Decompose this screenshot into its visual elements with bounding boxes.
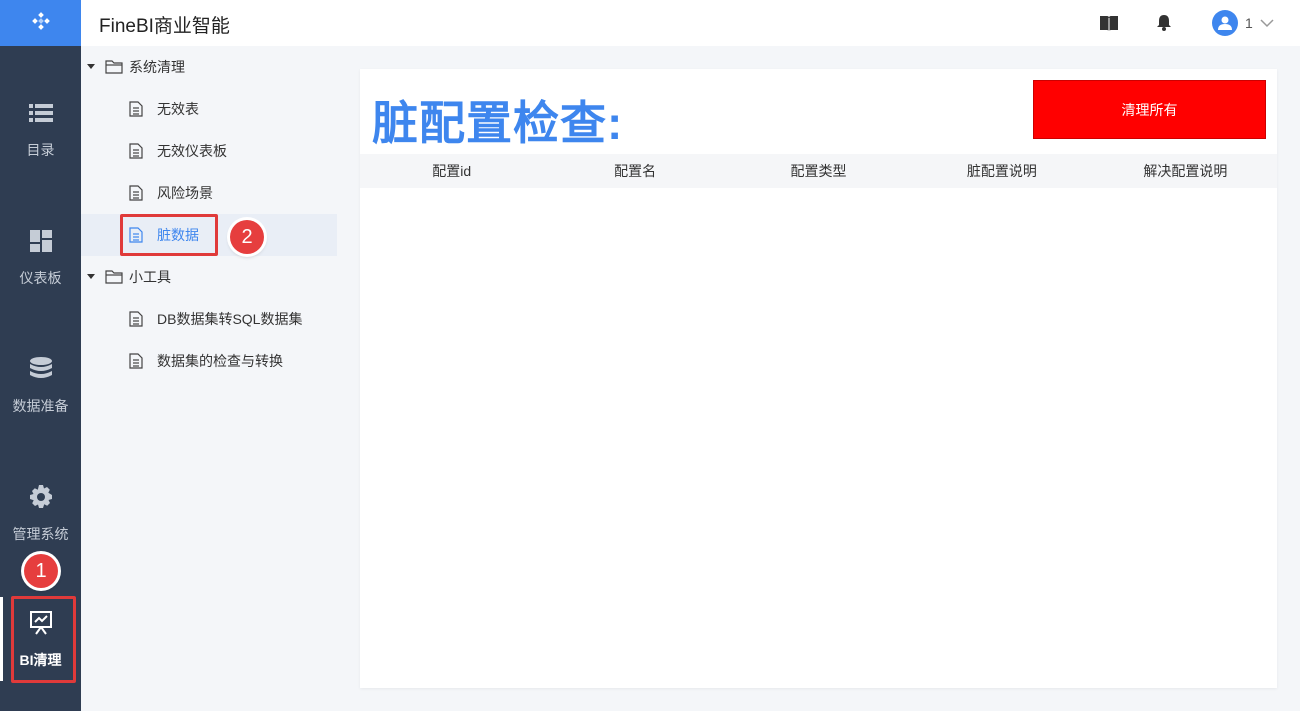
caret-down-icon: [87, 64, 95, 69]
column-header-dirty-desc[interactable]: 脏配置说明: [910, 154, 1093, 188]
logo-icon: [31, 12, 50, 30]
folder-icon: [105, 60, 123, 74]
user-avatar[interactable]: [1212, 10, 1238, 36]
document-icon: [129, 143, 143, 159]
app-title: FineBI商业智能: [99, 16, 230, 37]
document-icon: [129, 185, 143, 201]
nav-item-label: 数据准备: [12, 398, 69, 414]
tree-item-label: 无效仪表板: [157, 143, 227, 159]
nav-item-label: BI清理: [19, 652, 62, 668]
nav-item-bi-cleanup[interactable]: BI清理: [0, 576, 81, 704]
nav-item-label: 仪表板: [19, 270, 62, 286]
clean-all-button[interactable]: 清理所有: [1033, 80, 1266, 139]
tree-folder-system-cleanup[interactable]: 系统清理: [81, 46, 337, 88]
column-header-fix-desc[interactable]: 解决配置说明: [1094, 154, 1277, 188]
nav-item-data-prep[interactable]: 数据准备: [0, 322, 81, 450]
folder-icon: [105, 270, 123, 284]
tree-folder-tools[interactable]: 小工具: [81, 256, 337, 298]
app-logo[interactable]: [0, 0, 81, 46]
nav-item-label: 目录: [26, 142, 55, 158]
tree-item-label: 无效表: [157, 101, 199, 117]
document-icon: [129, 353, 143, 369]
column-header-config-id[interactable]: 配置id: [360, 154, 543, 188]
tree-item-label: 数据集的检查与转换: [157, 353, 283, 369]
presentation-icon: [28, 610, 54, 636]
tree-item-invalid-table[interactable]: 无效表: [81, 88, 337, 130]
tree-item-dataset-check[interactable]: 数据集的检查与转换: [81, 340, 337, 382]
step-badge-2: 2: [230, 220, 264, 254]
document-icon: [129, 311, 143, 327]
database-icon: [28, 356, 54, 382]
tree-item-db-to-sql[interactable]: DB数据集转SQL数据集: [81, 298, 337, 340]
caret-down-icon: [87, 274, 95, 279]
gear-icon: [28, 484, 54, 510]
tree-item-risk-scenario[interactable]: 风险场景: [81, 172, 337, 214]
chevron-down-icon[interactable]: [1260, 14, 1274, 35]
list-icon: [28, 100, 54, 126]
column-header-config-type[interactable]: 配置类型: [727, 154, 910, 188]
tree-folder-label: 小工具: [129, 269, 171, 285]
bell-icon[interactable]: [1154, 13, 1174, 33]
tree-item-label: DB数据集转SQL数据集: [157, 311, 303, 327]
nav-item-label: 管理系统: [12, 526, 69, 542]
tree-item-label: 脏数据: [157, 227, 199, 243]
tree-item-dirty-data[interactable]: 脏数据: [81, 214, 337, 256]
book-icon[interactable]: [1099, 13, 1119, 33]
column-header-config-name[interactable]: 配置名: [543, 154, 726, 188]
nav-item-dashboard[interactable]: 仪表板: [0, 194, 81, 322]
page-title: 脏配置检查:: [372, 97, 624, 149]
document-icon: [129, 227, 143, 243]
table-header: 配置id 配置名 配置类型 脏配置说明 解决配置说明: [360, 154, 1277, 188]
dirty-config-panel: 脏配置检查: 清理所有 配置id 配置名 配置类型 脏配置说明 解决配置说明: [360, 69, 1277, 688]
step-badge-1: 1: [24, 554, 58, 588]
dashboard-icon: [28, 228, 54, 254]
left-navigation: 目录 仪表板 数据准备 管理系统 BI清理: [0, 0, 81, 711]
tree-item-invalid-dashboard[interactable]: 无效仪表板: [81, 130, 337, 172]
tree-folder-label: 系统清理: [129, 59, 185, 75]
top-header: FineBI商业智能 1: [81, 0, 1300, 46]
document-icon: [129, 101, 143, 117]
user-icon: [1218, 16, 1232, 30]
username[interactable]: 1: [1245, 15, 1253, 31]
function-tree: 系统清理 无效表 无效仪表板 风险场景 脏数据 小工具 DB数据集转SQL数据集…: [81, 46, 351, 711]
active-indicator: [0, 597, 3, 681]
tree-item-label: 风险场景: [157, 185, 213, 201]
nav-item-catalog[interactable]: 目录: [0, 66, 81, 194]
